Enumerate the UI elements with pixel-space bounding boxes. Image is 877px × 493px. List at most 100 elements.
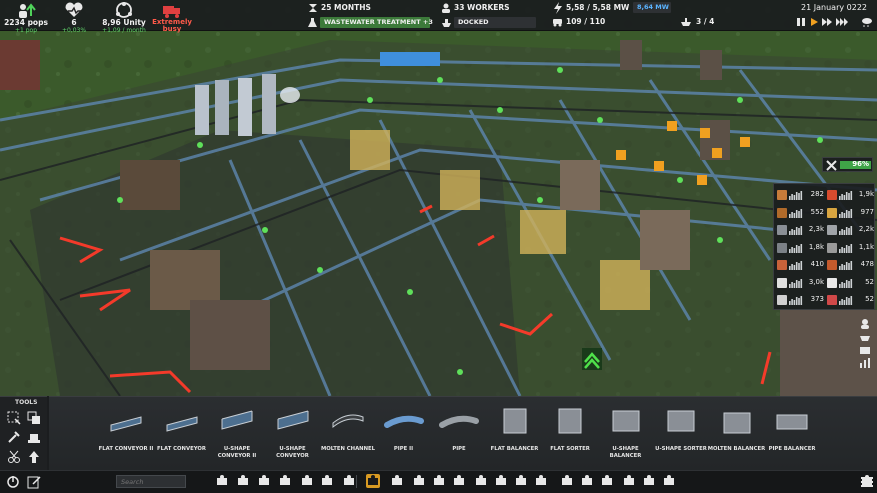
resource-value: 52 (865, 277, 874, 286)
palette-item[interactable]: MOLTEN BALANCER (708, 403, 766, 453)
resource-value: 478 (860, 260, 874, 268)
waste-icon[interactable] (320, 474, 334, 488)
resource-item[interactable]: 977 (826, 207, 875, 219)
upgrade-icon[interactable] (27, 450, 41, 464)
resource-item[interactable]: 373 (776, 294, 825, 306)
resource-item[interactable]: 552 (776, 207, 825, 219)
select-area-icon[interactable] (7, 411, 21, 425)
rock-icon (827, 242, 837, 253)
storage-icon[interactable] (859, 344, 871, 356)
vehicle-count[interactable]: 109 / 110 (566, 17, 605, 26)
bulldozer-icon[interactable] (27, 430, 41, 444)
palette-item[interactable]: FLAT SORTER (541, 403, 599, 453)
trend-bars-icon (789, 226, 803, 235)
resource-item[interactable]: 52 (826, 277, 875, 289)
palette-item[interactable]: U-SHAPE CONVEYOR II (208, 403, 266, 460)
resource-item[interactable]: 410 (776, 259, 825, 271)
u-shape-conveyor-ii-icon (221, 410, 253, 430)
power-gen-icon[interactable] (300, 474, 314, 488)
ship-status[interactable]: DOCKED (454, 17, 536, 28)
mining-icon[interactable] (474, 474, 488, 488)
ship-count[interactable]: 3 / 4 (696, 17, 714, 26)
copy-icon[interactable] (27, 411, 41, 425)
unity-icon (116, 2, 132, 18)
fastest-forward-icon[interactable] (836, 17, 850, 27)
fast-forward-icon[interactable] (822, 17, 832, 27)
palette-item[interactable]: PIPE II (375, 403, 433, 453)
copper-icon (827, 260, 837, 270)
health-stat[interactable]: 6 +0,03% (48, 1, 100, 34)
eyedropper-icon[interactable] (7, 430, 21, 444)
months-counter[interactable]: 25 MONTHS (321, 3, 371, 12)
resource-item[interactable]: 1,8k (776, 242, 825, 254)
resource-item[interactable]: 2,3k (776, 224, 825, 236)
trend-bars-icon (789, 191, 803, 200)
workers-counter[interactable]: 33 WORKERS (454, 3, 510, 12)
food-bowl-icon[interactable] (859, 331, 871, 343)
resource-value: 1,9k (858, 190, 874, 198)
palette-item[interactable]: U-SHAPE CONVEYOR (264, 403, 322, 460)
storage-menu-icon[interactable] (342, 474, 356, 488)
power-menu-icon[interactable] (6, 475, 20, 489)
cut-icon[interactable] (7, 450, 21, 464)
palette-item[interactable]: FLAT BALANCER (486, 403, 544, 453)
health-value: 6 (71, 18, 77, 27)
transport-icon[interactable] (215, 474, 229, 488)
farming-icon[interactable] (257, 474, 271, 488)
power-extra: 8,64 MW (633, 2, 671, 13)
research-icon[interactable] (560, 474, 574, 488)
trend-bars-icon (839, 208, 853, 218)
ore-icon (827, 225, 837, 235)
services-icon[interactable] (452, 474, 466, 488)
palette-item[interactable]: U-SHAPE SORTER (652, 403, 710, 453)
housing-icon[interactable] (390, 474, 404, 488)
resource-item[interactable]: 52 (826, 294, 875, 306)
current-research[interactable]: WASTEWATER TREATMENT +3 (320, 17, 433, 28)
science-icon[interactable] (600, 474, 614, 488)
game-viewport[interactable] (0, 0, 877, 396)
unity-stat[interactable]: 8,96 Unity +1,09 / month (98, 1, 150, 34)
fluids-icon[interactable] (236, 474, 250, 488)
factory-icon[interactable] (412, 474, 426, 488)
resource-item[interactable]: 3,0k (776, 277, 825, 289)
shipyard-icon[interactable] (432, 474, 446, 488)
rocket-icon[interactable] (514, 474, 528, 488)
resources-panel[interactable]: 282 1,9k 552 977 2,3k 2,2k 1,8k 1,1k 410 478 3,0k 5… (773, 183, 875, 310)
palette-item[interactable]: PIPE BALANCER (763, 403, 821, 453)
palette-item[interactable]: PIPE (430, 403, 488, 453)
palette-item[interactable]: U-SHAPE BALANCER (597, 403, 655, 460)
power-usage[interactable]: 5,58 / 5,58 MW (566, 3, 629, 12)
resource-value: 52 (865, 295, 874, 303)
palette-item[interactable]: FLAT CONVEYOR (153, 403, 211, 453)
recycling-icon[interactable] (278, 474, 292, 488)
settings-icon[interactable] (662, 474, 676, 488)
palette-item[interactable]: FLAT CONVEYOR II (97, 403, 155, 453)
logistics-icon[interactable] (366, 474, 380, 488)
resource-item[interactable]: 1,9k (826, 189, 875, 201)
play-icon[interactable] (809, 17, 819, 27)
resource-row: 282 1,9k (776, 186, 875, 204)
hamburger-menu-icon[interactable] (860, 475, 874, 489)
resource-row: 1,8k 1,1k (776, 239, 875, 257)
edit-icon[interactable] (27, 475, 41, 489)
pause-icon[interactable] (796, 17, 806, 27)
resource-item[interactable]: 282 (776, 189, 825, 201)
crafting-icon[interactable] (642, 474, 656, 488)
resource-item[interactable]: 2,2k (826, 224, 875, 236)
trucks-stat[interactable]: Extremely busy (146, 1, 198, 33)
ships-icon[interactable] (622, 474, 636, 488)
landmarks-icon[interactable] (534, 474, 548, 488)
palette-item[interactable]: MOLTEN CHANNEL (319, 403, 377, 453)
maintenance-panel[interactable]: 96% (822, 157, 873, 172)
people-icon[interactable] (859, 318, 871, 330)
resource-item[interactable]: 1,1k (826, 242, 875, 254)
vehicles-menu-icon[interactable] (494, 474, 508, 488)
resource-value: 977 (860, 207, 874, 216)
construction-parts-icon (777, 277, 787, 288)
graph-icon[interactable] (580, 474, 594, 488)
resource-row: 2,3k 2,2k (776, 221, 875, 239)
population-stat[interactable]: 2234 pops +1 pop (0, 1, 52, 34)
statistics-icon[interactable] (859, 357, 871, 369)
search-input[interactable] (116, 475, 186, 488)
resource-item[interactable]: 478 (826, 259, 875, 271)
